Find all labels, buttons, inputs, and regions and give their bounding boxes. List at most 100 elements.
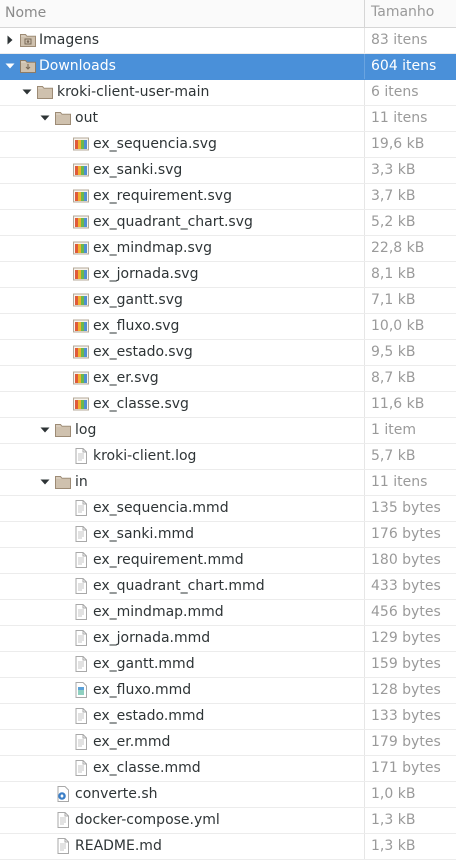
tree-row[interactable]: kroki-client.log 5,7 kB bbox=[0, 444, 456, 470]
tree-row[interactable]: docker-compose.yml 1,3 kB bbox=[0, 808, 456, 834]
folder-icon bbox=[54, 109, 72, 127]
file-size: 604 itens bbox=[371, 58, 437, 74]
script-icon bbox=[54, 785, 72, 803]
tree-row[interactable]: ex_quadrant_chart.svg 5,2 kB bbox=[0, 210, 456, 236]
text-file-icon bbox=[72, 603, 90, 621]
text-file-icon bbox=[72, 499, 90, 517]
column-separator bbox=[364, 496, 365, 521]
name-column-header[interactable]: Nome bbox=[5, 0, 46, 27]
file-name: ex_classe.mmd bbox=[93, 760, 201, 776]
tree-row[interactable]: ex_sanki.mmd 176 bytes bbox=[0, 522, 456, 548]
tree-row[interactable]: ex_classe.mmd 171 bytes bbox=[0, 756, 456, 782]
svg-image-icon bbox=[72, 395, 90, 413]
svg-image-icon bbox=[72, 265, 90, 283]
tree-row[interactable]: ex_mindmap.mmd 456 bytes bbox=[0, 600, 456, 626]
tree-row[interactable]: ex_gantt.mmd 159 bytes bbox=[0, 652, 456, 678]
column-separator bbox=[364, 470, 365, 495]
tree-row[interactable]: ex_mindmap.svg 22,8 kB bbox=[0, 236, 456, 262]
file-name: ex_requirement.mmd bbox=[93, 552, 244, 568]
expander-expanded-icon[interactable] bbox=[40, 425, 50, 435]
text-file-icon bbox=[54, 837, 72, 855]
file-name: ex_sequencia.svg bbox=[93, 136, 217, 152]
svg-image-icon bbox=[72, 187, 90, 205]
file-name: in bbox=[75, 474, 88, 490]
file-size: 83 itens bbox=[371, 32, 428, 48]
folder-icon bbox=[54, 421, 72, 439]
tree-row[interactable]: ex_fluxo.mmd 128 bytes bbox=[0, 678, 456, 704]
file-name: ex_quadrant_chart.svg bbox=[93, 214, 253, 230]
column-separator bbox=[364, 106, 365, 131]
tree-row[interactable]: ex_requirement.svg 3,7 kB bbox=[0, 184, 456, 210]
file-size: 10,0 kB bbox=[371, 318, 425, 334]
column-separator bbox=[364, 730, 365, 755]
tree-row[interactable]: converte.sh 1,0 kB bbox=[0, 782, 456, 808]
tree-row[interactable]: ex_requirement.mmd 180 bytes bbox=[0, 548, 456, 574]
file-tree: Imagens 83 itens Downloads 604 itens kroki-c… bbox=[0, 28, 456, 860]
svg-image-icon bbox=[72, 213, 90, 231]
file-size: 180 bytes bbox=[371, 552, 441, 568]
svg-image-icon bbox=[72, 239, 90, 257]
svg-image-icon bbox=[72, 343, 90, 361]
expander-expanded-icon[interactable] bbox=[40, 113, 50, 123]
file-size: 8,1 kB bbox=[371, 266, 416, 282]
expander-expanded-icon[interactable] bbox=[22, 87, 32, 97]
tree-row[interactable]: ex_estado.svg 9,5 kB bbox=[0, 340, 456, 366]
tree-row[interactable]: ex_fluxo.svg 10,0 kB bbox=[0, 314, 456, 340]
file-name: ex_requirement.svg bbox=[93, 188, 232, 204]
expander-collapsed-icon[interactable] bbox=[5, 35, 15, 45]
text-file-icon bbox=[72, 733, 90, 751]
tree-row[interactable]: ex_er.svg 8,7 kB bbox=[0, 366, 456, 392]
tree-row[interactable]: ex_classe.svg 11,6 kB bbox=[0, 392, 456, 418]
tree-row[interactable]: ex_er.mmd 179 bytes bbox=[0, 730, 456, 756]
tree-row[interactable]: ex_sequencia.svg 19,6 kB bbox=[0, 132, 456, 158]
column-separator bbox=[364, 574, 365, 599]
file-size: 159 bytes bbox=[371, 656, 441, 672]
text-file-icon bbox=[72, 577, 90, 595]
tree-row[interactable]: Downloads 604 itens bbox=[0, 54, 456, 80]
column-separator bbox=[364, 340, 365, 365]
column-header: Nome Tamanho bbox=[0, 0, 456, 28]
file-size: 1,0 kB bbox=[371, 786, 416, 802]
tree-row[interactable]: ex_quadrant_chart.mmd 433 bytes bbox=[0, 574, 456, 600]
tree-row[interactable]: ex_estado.mmd 133 bytes bbox=[0, 704, 456, 730]
column-divider[interactable] bbox=[364, 0, 365, 27]
tree-row[interactable]: ex_sequencia.mmd 135 bytes bbox=[0, 496, 456, 522]
folder-icon bbox=[36, 83, 54, 101]
file-size: 433 bytes bbox=[371, 578, 441, 594]
expander-expanded-icon[interactable] bbox=[5, 61, 15, 71]
file-size: 22,8 kB bbox=[371, 240, 425, 256]
text-file-icon bbox=[72, 707, 90, 725]
text-file-icon bbox=[72, 551, 90, 569]
tree-row[interactable]: log 1 item bbox=[0, 418, 456, 444]
tree-row[interactable]: in 11 itens bbox=[0, 470, 456, 496]
column-separator bbox=[364, 236, 365, 261]
column-separator bbox=[364, 782, 365, 807]
column-separator bbox=[364, 314, 365, 339]
file-name: README.md bbox=[75, 838, 162, 854]
folder-download-icon bbox=[19, 57, 37, 75]
size-column-header[interactable]: Tamanho bbox=[371, 0, 434, 25]
tree-row[interactable]: ex_jornada.mmd 129 bytes bbox=[0, 626, 456, 652]
svg-image-icon bbox=[72, 317, 90, 335]
tree-row[interactable]: kroki-client-user-main 6 itens bbox=[0, 80, 456, 106]
column-separator bbox=[364, 158, 365, 183]
file-size: 176 bytes bbox=[371, 526, 441, 542]
file-size: 128 bytes bbox=[371, 682, 441, 698]
expander-expanded-icon[interactable] bbox=[40, 477, 50, 487]
tree-row[interactable]: README.md 1,3 kB bbox=[0, 834, 456, 860]
file-size: 11 itens bbox=[371, 474, 428, 490]
file-name: Downloads bbox=[39, 58, 116, 74]
tree-row[interactable]: Imagens 83 itens bbox=[0, 28, 456, 54]
tree-row[interactable]: ex_jornada.svg 8,1 kB bbox=[0, 262, 456, 288]
column-separator bbox=[364, 808, 365, 833]
file-name: converte.sh bbox=[75, 786, 158, 802]
tree-row[interactable]: out 11 itens bbox=[0, 106, 456, 132]
tree-row[interactable]: ex_sanki.svg 3,3 kB bbox=[0, 158, 456, 184]
column-separator bbox=[364, 704, 365, 729]
file-name: ex_sanki.mmd bbox=[93, 526, 195, 542]
tree-row[interactable]: ex_gantt.svg 7,1 kB bbox=[0, 288, 456, 314]
file-size: 179 bytes bbox=[371, 734, 441, 750]
column-separator bbox=[364, 678, 365, 703]
file-name: ex_quadrant_chart.mmd bbox=[93, 578, 265, 594]
file-name: ex_mindmap.svg bbox=[93, 240, 212, 256]
